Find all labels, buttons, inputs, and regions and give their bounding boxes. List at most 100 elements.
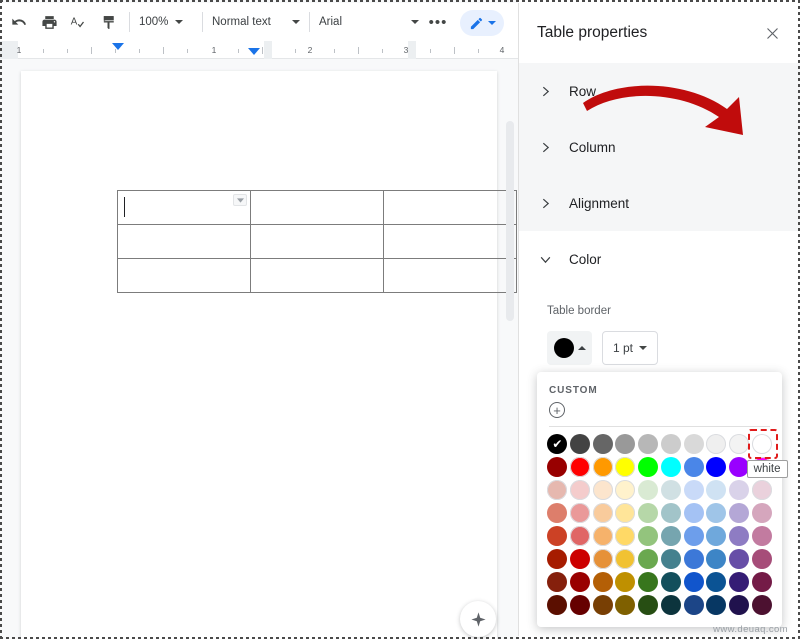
color-swatch[interactable] <box>661 434 681 454</box>
color-swatch[interactable] <box>752 434 772 454</box>
color-swatch[interactable] <box>661 480 681 500</box>
color-swatch[interactable] <box>570 572 590 592</box>
table-cell[interactable] <box>384 191 517 225</box>
color-swatch[interactable] <box>547 572 567 592</box>
color-swatch[interactable] <box>706 526 726 546</box>
color-swatch[interactable] <box>593 572 613 592</box>
color-swatch[interactable] <box>547 503 567 523</box>
color-swatch[interactable] <box>706 572 726 592</box>
color-swatch[interactable] <box>593 595 613 615</box>
color-swatch[interactable] <box>570 526 590 546</box>
color-swatch[interactable] <box>638 572 658 592</box>
color-swatch[interactable] <box>638 526 658 546</box>
color-swatch[interactable] <box>547 480 567 500</box>
paragraph-style-selector[interactable]: Normal text <box>208 8 304 36</box>
color-swatch[interactable] <box>661 526 681 546</box>
color-swatch[interactable] <box>615 549 635 569</box>
table-cell[interactable] <box>384 225 517 259</box>
color-swatch[interactable] <box>706 434 726 454</box>
color-swatch[interactable] <box>638 480 658 500</box>
color-swatch[interactable] <box>593 549 613 569</box>
document-table[interactable] <box>117 190 517 293</box>
color-swatch[interactable] <box>593 457 613 477</box>
color-swatch[interactable] <box>547 595 567 615</box>
color-swatch[interactable] <box>615 480 635 500</box>
color-swatch[interactable] <box>615 572 635 592</box>
table-row[interactable] <box>118 225 517 259</box>
color-swatch[interactable] <box>752 503 772 523</box>
color-swatch[interactable] <box>729 526 749 546</box>
color-swatch[interactable] <box>752 572 772 592</box>
paint-format-icon[interactable] <box>94 7 124 37</box>
color-swatch[interactable] <box>729 457 749 477</box>
color-swatch-grid[interactable]: ✔ <box>547 434 772 615</box>
font-selector[interactable]: Arial <box>315 8 423 36</box>
color-swatch[interactable] <box>729 503 749 523</box>
color-swatch[interactable] <box>729 434 749 454</box>
color-swatch[interactable] <box>593 526 613 546</box>
section-row[interactable]: Row <box>519 63 800 119</box>
color-swatch[interactable] <box>706 480 726 500</box>
right-indent-marker[interactable] <box>248 48 260 55</box>
color-swatch[interactable] <box>706 503 726 523</box>
more-options-button[interactable]: ••• <box>423 7 453 37</box>
color-swatch[interactable] <box>547 526 567 546</box>
print-icon[interactable] <box>34 7 64 37</box>
color-swatch[interactable] <box>706 595 726 615</box>
color-swatch[interactable] <box>638 549 658 569</box>
color-swatch[interactable] <box>661 457 681 477</box>
color-swatch[interactable] <box>615 595 635 615</box>
color-swatch[interactable] <box>729 549 749 569</box>
table-cell[interactable] <box>251 225 384 259</box>
color-swatch[interactable] <box>638 457 658 477</box>
color-picker-popup[interactable]: CUSTOM + ✔ <box>537 372 782 627</box>
left-indent-marker[interactable] <box>112 43 124 50</box>
color-swatch[interactable] <box>684 457 704 477</box>
color-swatch[interactable] <box>684 526 704 546</box>
color-swatch[interactable] <box>729 595 749 615</box>
color-swatch[interactable] <box>684 503 704 523</box>
color-swatch[interactable] <box>661 572 681 592</box>
explore-button[interactable] <box>460 601 496 637</box>
border-width-button[interactable]: 1 pt <box>602 331 658 365</box>
document-ruler[interactable]: 1 1 2 3 4 <box>0 41 518 59</box>
color-swatch[interactable] <box>661 595 681 615</box>
color-swatch[interactable] <box>752 549 772 569</box>
table-cell[interactable] <box>251 259 384 293</box>
section-alignment[interactable]: Alignment <box>519 175 800 231</box>
document-canvas[interactable] <box>0 59 518 639</box>
editing-mode-button[interactable] <box>460 10 504 36</box>
close-icon[interactable] <box>760 21 784 45</box>
section-color[interactable]: Color <box>519 231 800 287</box>
color-swatch[interactable]: ✔ <box>547 434 567 454</box>
color-swatch[interactable] <box>593 503 613 523</box>
color-swatch[interactable] <box>661 549 681 569</box>
color-swatch[interactable] <box>684 434 704 454</box>
document-page[interactable] <box>21 71 497 639</box>
section-column[interactable]: Column <box>519 119 800 175</box>
table-row[interactable] <box>118 259 517 293</box>
table-cell[interactable] <box>251 191 384 225</box>
color-swatch[interactable] <box>570 503 590 523</box>
color-swatch[interactable] <box>638 595 658 615</box>
color-swatch[interactable] <box>706 457 726 477</box>
zoom-selector[interactable]: 100% <box>135 8 197 36</box>
undo-icon[interactable] <box>4 7 34 37</box>
color-swatch[interactable] <box>638 503 658 523</box>
color-swatch[interactable] <box>729 480 749 500</box>
vertical-scrollbar[interactable] <box>506 121 514 321</box>
color-swatch[interactable] <box>752 480 772 500</box>
color-swatch[interactable] <box>752 526 772 546</box>
plus-circle-icon[interactable]: + <box>549 402 565 418</box>
color-swatch[interactable] <box>570 457 590 477</box>
color-swatch[interactable] <box>615 457 635 477</box>
color-swatch[interactable] <box>684 549 704 569</box>
color-swatch[interactable] <box>729 572 749 592</box>
color-swatch[interactable] <box>706 549 726 569</box>
color-swatch[interactable] <box>684 595 704 615</box>
color-swatch[interactable] <box>661 503 681 523</box>
table-cell[interactable] <box>118 259 251 293</box>
table-cell[interactable] <box>384 259 517 293</box>
border-color-button[interactable] <box>547 331 592 365</box>
color-swatch[interactable] <box>684 572 704 592</box>
